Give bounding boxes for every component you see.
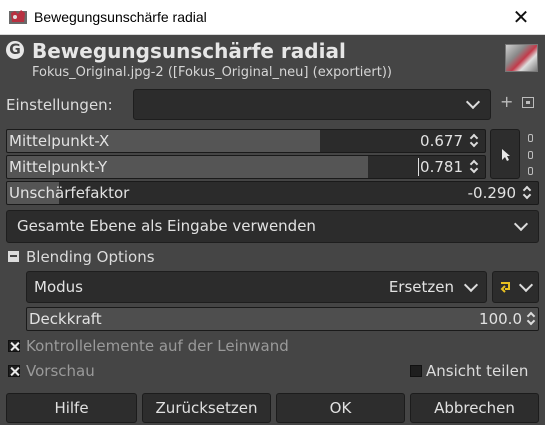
- blend-mode-value: Ersetzen: [388, 278, 454, 296]
- gimp-app-icon: [9, 10, 27, 24]
- opacity-value[interactable]: 100.0: [479, 310, 522, 328]
- opacity-fill: [27, 308, 538, 330]
- chevron-down-icon: [518, 277, 534, 293]
- chevron-down-icon: [513, 216, 529, 232]
- split-view-label: Ansicht teilen: [426, 362, 529, 380]
- factor-spinner[interactable]: [522, 184, 534, 202]
- dialog-subtitle: Fokus_Original.jpg-2 ([Fokus_Original_ne…: [32, 65, 393, 80]
- chevron-down-icon: [465, 94, 481, 110]
- center-x-slider[interactable]: Mittelpunkt-X 0.677: [6, 129, 486, 153]
- composite-mode-combo[interactable]: [492, 271, 539, 303]
- opacity-slider[interactable]: Deckkraft 100.0: [26, 307, 539, 331]
- preview-checkbox[interactable]: [8, 365, 20, 377]
- presets-combo[interactable]: [133, 89, 491, 120]
- help-button[interactable]: Hilfe: [6, 393, 137, 423]
- center-x-label: Mittelpunkt-X: [9, 132, 110, 150]
- chain-link-icon[interactable]: [527, 134, 535, 176]
- input-mode-combo[interactable]: Gesamte Ebene als Eingabe verwenden: [6, 210, 539, 243]
- center-y-slider[interactable]: Mittelpunkt-Y 0.781: [6, 155, 486, 179]
- canvas-controls-checkbox[interactable]: [8, 340, 20, 352]
- factor-label: Unschärfefaktor: [9, 184, 130, 202]
- reset-button[interactable]: Zurücksetzen: [142, 393, 271, 423]
- dialog-title: Bewegungsunschärfe radial: [32, 39, 346, 63]
- blend-mode-combo[interactable]: Modus Ersetzen: [26, 271, 487, 303]
- cancel-button[interactable]: Abbrechen: [410, 393, 539, 423]
- composite-mode-icon: [500, 282, 510, 293]
- chevron-down-icon: [463, 277, 479, 293]
- add-preset-icon[interactable]: +: [500, 94, 514, 110]
- ok-button[interactable]: OK: [276, 393, 405, 423]
- input-mode-value: Gesamte Ebene als Eingabe verwenden: [17, 217, 316, 235]
- opacity-spinner[interactable]: [526, 310, 538, 328]
- center-x-spinner[interactable]: [469, 132, 481, 150]
- center-y-label: Mittelpunkt-Y: [9, 158, 108, 176]
- close-icon[interactable]: ✕: [507, 4, 535, 30]
- blending-section-label: Blending Options: [26, 248, 155, 266]
- canvas-controls-label: Kontrollelemente auf der Leinwand: [26, 337, 289, 355]
- presets-label: Einstellungen:: [6, 96, 113, 114]
- factor-value[interactable]: -0.290: [468, 184, 516, 202]
- image-thumbnail: [505, 44, 538, 72]
- preview-label: Vorschau: [26, 362, 95, 380]
- window-title: Bewegungsunschärfe radial: [34, 9, 207, 25]
- center-x-value[interactable]: 0.677: [420, 132, 463, 150]
- center-y-spinner[interactable]: [469, 158, 481, 176]
- blending-collapse-icon[interactable]: [8, 251, 19, 262]
- pick-center-button[interactable]: [490, 129, 520, 179]
- dialog-header: G Bewegungsunschärfe radial Fokus_Origin…: [0, 36, 545, 84]
- gimp-logo-icon: G: [6, 41, 24, 59]
- window-titlebar: Bewegungsunschärfe radial ✕: [0, 0, 545, 35]
- center-y-value[interactable]: 0.781: [418, 158, 463, 176]
- opacity-label: Deckkraft: [29, 310, 102, 328]
- pointer-icon: [502, 149, 510, 161]
- split-view-checkbox[interactable]: [410, 365, 422, 377]
- manage-presets-icon[interactable]: [522, 97, 534, 108]
- blend-mode-label: Modus: [34, 278, 83, 296]
- factor-slider[interactable]: Unschärfefaktor -0.290: [6, 181, 539, 205]
